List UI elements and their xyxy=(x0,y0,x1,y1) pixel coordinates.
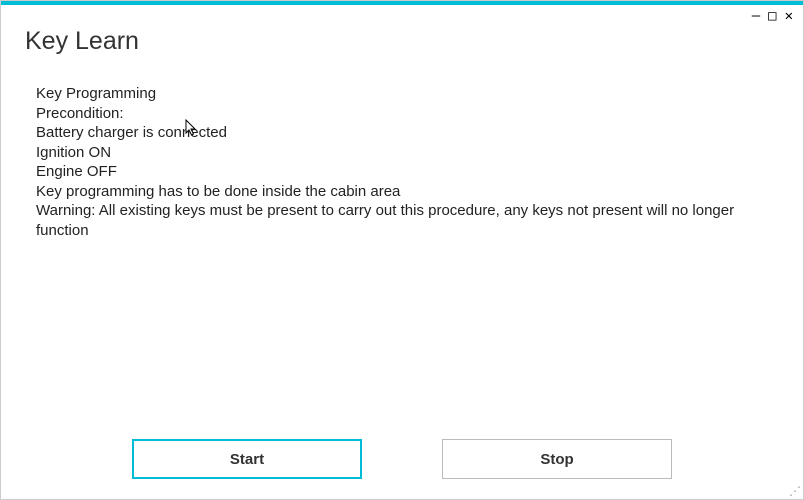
maximize-icon[interactable]: □ xyxy=(768,9,776,23)
start-button[interactable]: Start xyxy=(132,439,362,479)
button-row: Start Stop xyxy=(1,439,803,479)
window-controls: – □ ✕ xyxy=(752,9,793,23)
resize-grip-icon[interactable]: ⋰ xyxy=(789,485,801,497)
content-line: Precondition: xyxy=(36,104,773,124)
content-line: Key Programming xyxy=(36,84,773,104)
content-line: Engine OFF xyxy=(36,162,773,182)
close-icon[interactable]: ✕ xyxy=(785,9,793,23)
page-title: Key Learn xyxy=(1,5,803,56)
content-line: Ignition ON xyxy=(36,143,773,163)
stop-button[interactable]: Stop xyxy=(442,439,672,479)
content-area: Key Programming Precondition: Battery ch… xyxy=(1,56,803,240)
content-line: Battery charger is connected xyxy=(36,123,773,143)
content-line: Key programming has to be done inside th… xyxy=(36,182,773,202)
minimize-icon[interactable]: – xyxy=(752,9,760,23)
content-line: Warning: All existing keys must be prese… xyxy=(36,201,773,240)
